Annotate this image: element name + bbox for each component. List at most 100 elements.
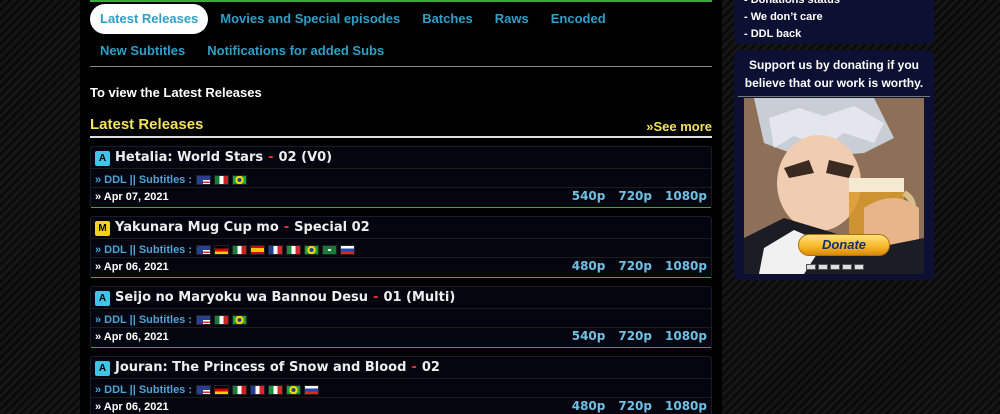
main-content: Latest Releases Movies and Special episo… — [80, 0, 722, 414]
dash-separator: - — [373, 290, 379, 305]
donate-artwork[interactable]: Donate — [744, 98, 924, 274]
type-badge: A — [95, 361, 110, 376]
release-episode[interactable]: 01 (Multi) — [383, 290, 455, 305]
release-date: » Apr 06, 2021 — [95, 401, 169, 413]
dash-separator: - — [411, 360, 417, 375]
release-title[interactable]: Hetalia: World Stars -02 (V0) — [115, 150, 332, 165]
card-icon — [818, 264, 828, 270]
tab-latest-releases[interactable]: Latest Releases — [90, 4, 209, 34]
release-date: » Apr 07, 2021 — [95, 191, 169, 203]
saudi-flag-icon — [322, 245, 338, 255]
resolution-links: 480p 720p 1080p — [559, 399, 707, 413]
release-item: A Hetalia: World Stars -02 (V0) » DDL || … — [90, 146, 712, 208]
release-name[interactable]: Seijo no Maryoku wa Bannou Desu — [115, 290, 368, 305]
resolution-links: 540p 720p 1080p — [559, 329, 707, 343]
tab-batches[interactable]: Batches — [412, 4, 483, 34]
tab-encoded[interactable]: Encoded — [541, 4, 616, 34]
release-title[interactable]: Seijo no Maryoku wa Bannou Desu -01 (Mult… — [115, 290, 455, 305]
resolution-links: 540p 720p 1080p — [559, 189, 707, 203]
russia-flag-icon — [304, 385, 320, 395]
res-link-high[interactable]: 1080p — [665, 259, 707, 273]
release-title[interactable]: Yakunara Mug Cup mo - Special 02 — [115, 220, 370, 235]
card-icon — [830, 264, 840, 270]
donate-box: Support us by donating if you believe th… — [734, 50, 934, 280]
see-more-link[interactable]: »See more — [646, 119, 712, 134]
type-badge: A — [95, 291, 110, 306]
release-item: A Seijo no Maryoku wa Bannou Desu -01 (Mu… — [90, 286, 712, 348]
italy-flag-icon — [268, 385, 284, 395]
donate-button[interactable]: Donate — [798, 234, 890, 256]
card-icon — [806, 264, 816, 270]
release-item: A Jouran: The Princess of Snow and Blood… — [90, 356, 712, 414]
release-episode[interactable]: 02 — [422, 360, 440, 375]
germany-flag-icon — [214, 245, 230, 255]
us-flag-icon — [196, 315, 212, 325]
release-date: » Apr 06, 2021 — [95, 261, 169, 273]
brazil-flag-icon — [304, 245, 320, 255]
spain-flag-icon — [250, 245, 266, 255]
ddl-subtitles-label[interactable]: » DDL || Subtitles : — [95, 314, 192, 326]
ddl-subtitles-label[interactable]: » DDL || Subtitles : — [95, 244, 192, 256]
tab-notifications-subs[interactable]: Notifications for added Subs — [197, 36, 394, 66]
france-flag-icon — [268, 245, 284, 255]
res-link-mid[interactable]: 720p — [618, 399, 652, 413]
release-episode[interactable]: 02 (V0) — [279, 150, 333, 165]
info-list: - Donations status - We don’t care - DDL… — [744, 0, 840, 43]
type-badge: A — [95, 151, 110, 166]
brazil-flag-icon — [232, 175, 248, 185]
dash-separator: - — [283, 220, 290, 235]
payment-cards-icons — [806, 264, 866, 270]
intro-text: To view the Latest Releases — [90, 85, 262, 100]
subtitle-line: » DDL || Subtitles : — [95, 313, 250, 327]
res-link-low[interactable]: 480p — [572, 259, 606, 273]
res-link-high[interactable]: 1080p — [665, 399, 707, 413]
us-flag-icon — [196, 175, 212, 185]
donate-text: Support us by donating if you believe th… — [744, 58, 924, 90]
release-name[interactable]: Hetalia: World Stars — [115, 150, 263, 165]
tab-new-subtitles[interactable]: New Subtitles — [90, 36, 195, 66]
type-badge: M — [95, 221, 110, 236]
res-link-low[interactable]: 540p — [572, 189, 606, 203]
tab-raws[interactable]: Raws — [485, 4, 539, 34]
res-link-mid[interactable]: 720p — [618, 189, 652, 203]
card-icon — [854, 264, 864, 270]
release-item: M Yakunara Mug Cup mo - Special 02 » DDL |… — [90, 216, 712, 278]
sidebar-info-box: - Donations status - We don’t care - DDL… — [734, 0, 934, 44]
release-name[interactable]: Jouran: The Princess of Snow and Blood — [115, 360, 406, 375]
info-item[interactable]: - We don’t care — [744, 9, 840, 26]
italy-flag-icon — [286, 245, 302, 255]
info-item[interactable]: - DDL back — [744, 26, 840, 43]
france-flag-icon — [250, 385, 266, 395]
res-link-mid[interactable]: 720p — [618, 259, 652, 273]
us-flag-icon — [196, 385, 212, 395]
release-episode[interactable]: Special 02 — [294, 220, 370, 235]
brazil-flag-icon — [286, 385, 302, 395]
res-link-high[interactable]: 1080p — [665, 189, 707, 203]
res-link-mid[interactable]: 720p — [618, 329, 652, 343]
res-link-high[interactable]: 1080p — [665, 329, 707, 343]
mexico-flag-icon — [232, 385, 248, 395]
dash-separator: - — [268, 150, 274, 165]
ddl-subtitles-label[interactable]: » DDL || Subtitles : — [95, 174, 192, 186]
subtitle-line: » DDL || Subtitles : — [95, 173, 250, 187]
mexico-flag-icon — [214, 175, 230, 185]
mexico-flag-icon — [232, 245, 248, 255]
top-divider — [90, 0, 712, 2]
card-icon — [842, 264, 852, 270]
release-title[interactable]: Jouran: The Princess of Snow and Blood -0… — [115, 360, 440, 375]
res-link-low[interactable]: 540p — [572, 329, 606, 343]
section-header: Latest Releases »See more — [90, 116, 712, 138]
tab-movies-specials[interactable]: Movies and Special episodes — [210, 4, 410, 34]
subtitle-line: » DDL || Subtitles : — [95, 243, 358, 257]
germany-flag-icon — [214, 385, 230, 395]
resolution-links: 480p 720p 1080p — [559, 259, 707, 273]
mexico-flag-icon — [214, 315, 230, 325]
release-name[interactable]: Yakunara Mug Cup mo — [115, 220, 279, 235]
release-date: » Apr 06, 2021 — [95, 331, 169, 343]
release-tabs: Latest Releases Movies and Special episo… — [90, 4, 712, 66]
section-title: Latest Releases — [90, 116, 204, 133]
info-item[interactable]: - Donations status — [744, 0, 840, 9]
tabs-divider — [90, 66, 712, 67]
res-link-low[interactable]: 480p — [572, 399, 606, 413]
ddl-subtitles-label[interactable]: » DDL || Subtitles : — [95, 384, 192, 396]
